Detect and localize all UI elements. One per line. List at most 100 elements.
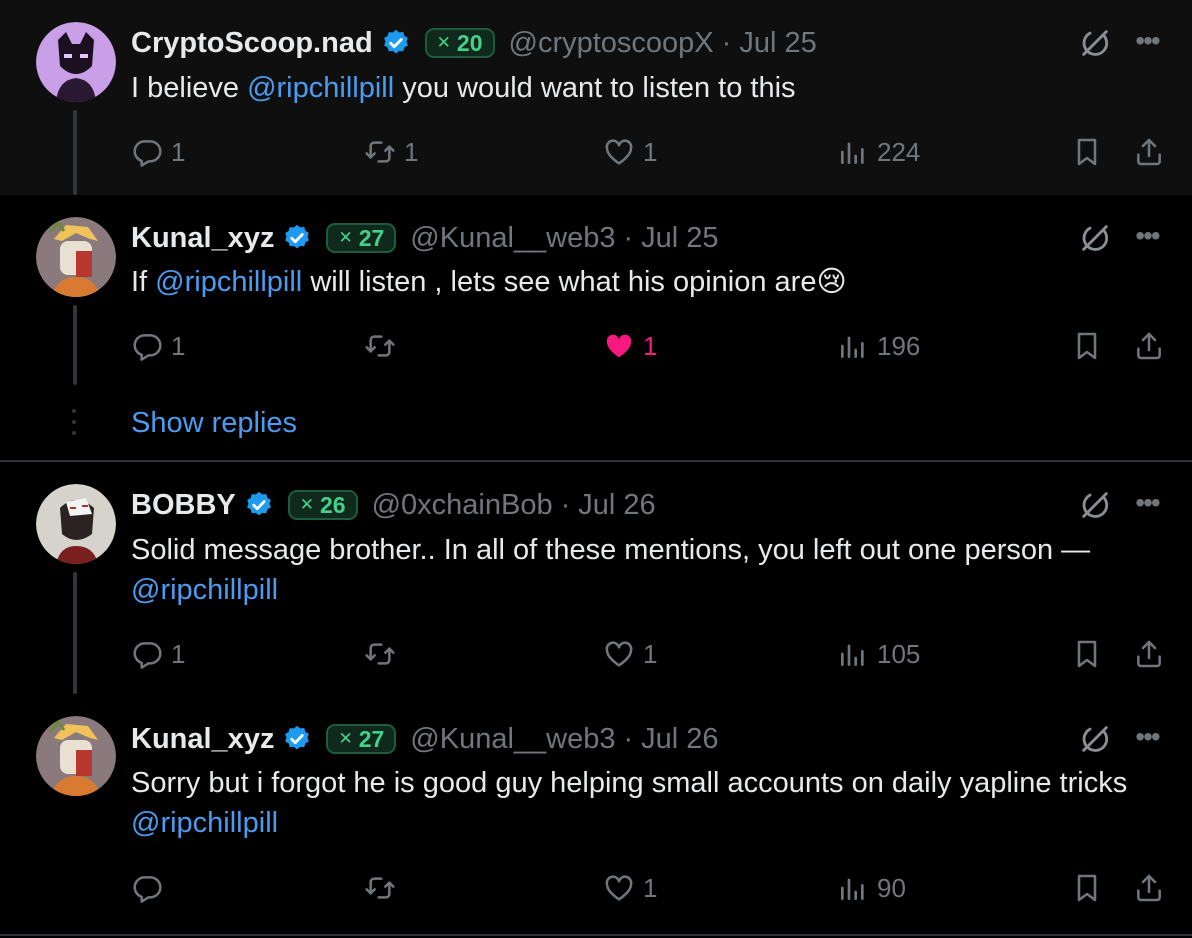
tweet-header: BOBBY ✕ 26 @0xchainBob · Jul 26 <box>131 485 656 525</box>
repost-icon <box>364 136 396 168</box>
grok-icon[interactable] <box>1078 722 1112 756</box>
score-badge-value: 26 <box>319 491 346 518</box>
bookmark-button[interactable] <box>1071 132 1103 172</box>
bookmark-button[interactable] <box>1071 634 1103 674</box>
avatar-kunal-image <box>36 217 116 297</box>
author-handle[interactable]: @Kunal__web3 <box>410 222 615 255</box>
author-name[interactable]: Kunal_xyz <box>131 723 274 756</box>
bookmark-icon <box>1071 330 1103 362</box>
bookmark-icon <box>1071 638 1103 670</box>
score-badge: ✕ 27 <box>326 223 397 253</box>
tweet-text: Solid message brother.. In all of these … <box>131 530 1171 610</box>
share-button[interactable] <box>1133 868 1165 908</box>
separator: · <box>721 26 732 59</box>
verified-badge-icon <box>282 223 312 253</box>
tweet-text-part: Solid message brother.. In all of these … <box>131 534 1091 566</box>
mention-link[interactable]: @ripchillpill <box>131 807 278 839</box>
action-bar: 1 1 1 224 <box>131 132 1171 172</box>
more-icon[interactable]: ••• <box>1130 221 1164 255</box>
tweet-text-part: will listen , lets see what his opinion … <box>302 266 847 298</box>
like-button[interactable]: 1 <box>603 132 657 172</box>
verified-badge-icon <box>244 490 274 520</box>
author-name[interactable]: Kunal_xyz <box>131 222 274 255</box>
thread-line <box>73 305 77 385</box>
avatar-kunal-image <box>36 716 116 796</box>
share-button[interactable] <box>1133 634 1165 674</box>
like-button[interactable]: 1 <box>603 326 657 366</box>
author-name[interactable]: BOBBY <box>131 489 236 522</box>
verified-badge-icon <box>282 724 312 754</box>
x-logo-icon: ✕ <box>338 228 353 247</box>
share-button[interactable] <box>1133 326 1165 366</box>
grok-icon[interactable] <box>1078 488 1112 522</box>
views-count: 224 <box>877 136 921 167</box>
tweet-3[interactable]: BOBBY ✕ 26 @0xchainBob · Jul 26 ••• Solid… <box>0 462 1192 694</box>
like-count: 1 <box>643 872 658 903</box>
author-handle[interactable]: @0xchainBob <box>372 489 553 522</box>
more-icon[interactable]: ••• <box>1130 488 1164 522</box>
timestamp[interactable]: Jul 25 <box>739 27 816 60</box>
separator: · <box>623 722 634 755</box>
views-button[interactable]: 105 <box>837 634 920 674</box>
views-count: 196 <box>877 330 921 361</box>
share-icon <box>1133 136 1165 168</box>
views-count: 105 <box>877 638 921 669</box>
mention-link[interactable]: @ripchillpill <box>155 266 302 298</box>
action-bar: 1 1 196 <box>131 326 1171 366</box>
tweet-4[interactable]: Kunal_xyz ✕ 27 @Kunal__web3 · Jul 26 ••• … <box>0 694 1192 938</box>
repost-icon <box>364 872 396 904</box>
more-icon[interactable]: ••• <box>1130 722 1164 756</box>
reply-button[interactable]: 1 <box>131 634 185 674</box>
avatar[interactable] <box>36 217 116 297</box>
reply-icon <box>131 136 163 168</box>
reply-button[interactable]: 1 <box>131 132 185 172</box>
more-icon[interactable]: ••• <box>1130 26 1164 60</box>
repost-button[interactable] <box>364 868 404 908</box>
heart-icon <box>603 638 635 670</box>
mention-link[interactable]: @ripchillpill <box>247 72 394 104</box>
repost-button[interactable] <box>364 326 404 366</box>
bookmark-button[interactable] <box>1071 868 1103 908</box>
bookmark-icon <box>1071 872 1103 904</box>
tweet-2[interactable]: Kunal_xyz ✕ 27 @Kunal__web3 · Jul 25 ••• … <box>0 195 1192 460</box>
timestamp[interactable]: Jul 25 <box>641 222 718 255</box>
separator: · <box>623 221 634 254</box>
separator: · <box>560 488 571 521</box>
like-button[interactable]: 1 <box>603 634 657 674</box>
author-handle[interactable]: @Kunal__web3 <box>410 723 615 756</box>
reply-icon <box>131 638 163 670</box>
reply-icon <box>131 872 163 904</box>
tweet-text-part: I believe <box>131 72 248 104</box>
tweet-1[interactable]: CryptoScoop.nad ✕ 20 @cryptoscoopX · Jul … <box>0 0 1192 195</box>
author-name[interactable]: CryptoScoop.nad <box>131 27 373 60</box>
avatar[interactable] <box>36 22 116 102</box>
x-logo-icon: ✕ <box>299 495 314 514</box>
score-badge-value: 20 <box>456 29 483 56</box>
author-handle[interactable]: @cryptoscoopX <box>509 27 714 60</box>
reply-count: 1 <box>171 638 186 669</box>
views-button[interactable]: 90 <box>837 868 906 908</box>
like-button[interactable]: 1 <box>603 868 657 908</box>
share-button[interactable] <box>1133 132 1165 172</box>
timestamp[interactable]: Jul 26 <box>641 723 718 756</box>
views-button[interactable]: 224 <box>837 132 920 172</box>
mention-link[interactable]: @ripchillpill <box>131 574 278 606</box>
timestamp[interactable]: Jul 26 <box>578 489 655 522</box>
tweet-header: Kunal_xyz ✕ 27 @Kunal__web3 · Jul 25 <box>131 218 719 258</box>
tweet-text-part: Sorry but i forgot he is good guy helpin… <box>131 767 1128 799</box>
avatar[interactable] <box>36 484 116 564</box>
show-replies-link[interactable]: Show replies <box>131 407 297 440</box>
grok-icon[interactable] <box>1078 221 1112 255</box>
repost-button[interactable] <box>364 634 404 674</box>
grok-icon[interactable] <box>1078 26 1112 60</box>
reply-button[interactable]: 1 <box>131 326 185 366</box>
bookmark-button[interactable] <box>1071 326 1103 366</box>
share-icon <box>1133 872 1165 904</box>
views-button[interactable]: 196 <box>837 326 920 366</box>
avatar[interactable] <box>36 716 116 796</box>
tweet-text: Sorry but i forgot he is good guy helpin… <box>131 763 1131 843</box>
score-badge: ✕ 20 <box>424 28 495 58</box>
thread-line <box>73 572 77 694</box>
repost-button[interactable]: 1 <box>364 132 418 172</box>
reply-button[interactable] <box>131 868 171 908</box>
